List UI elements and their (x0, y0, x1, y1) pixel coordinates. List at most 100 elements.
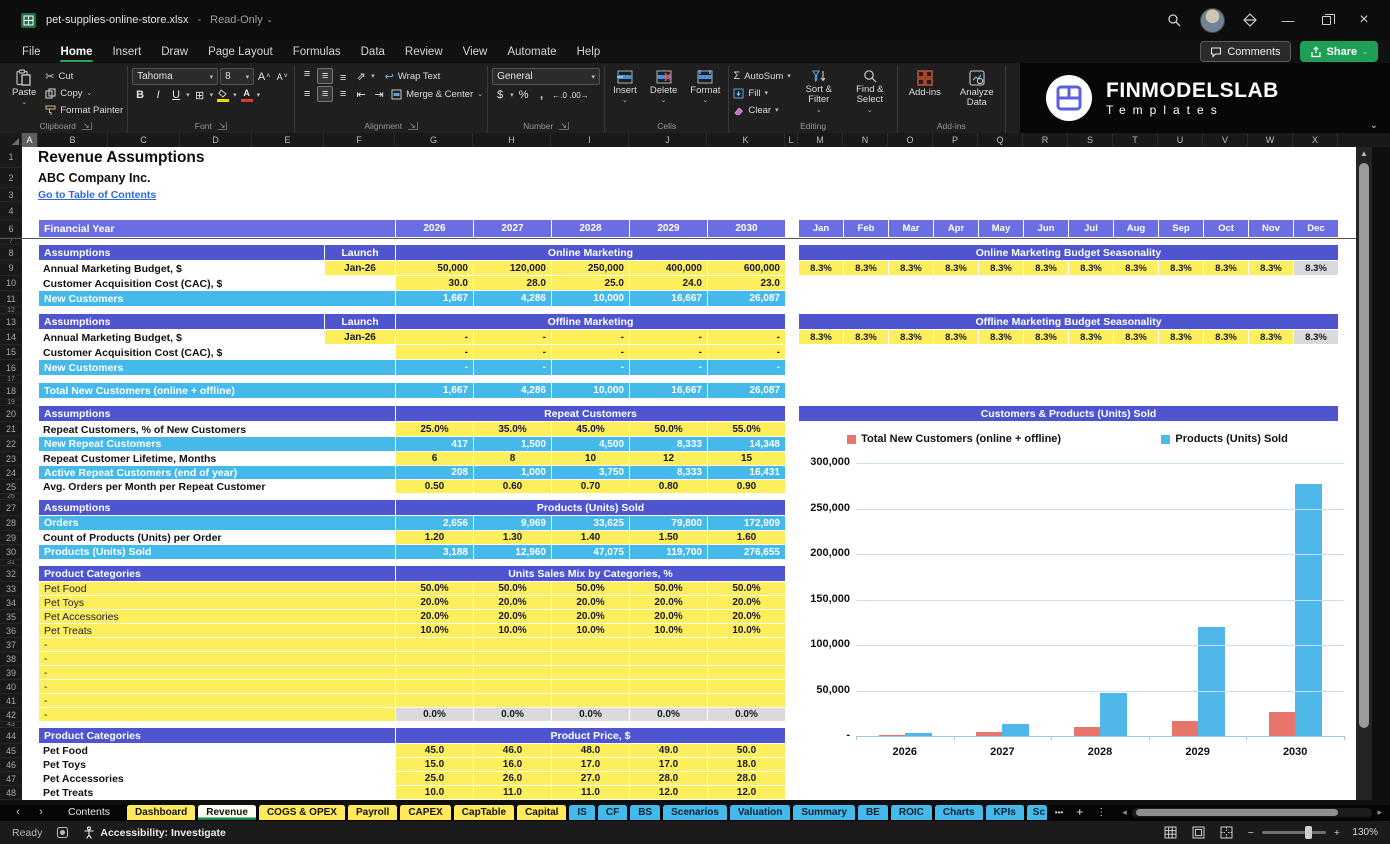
value-cell[interactable]: 20.0% (707, 610, 785, 624)
row-number[interactable]: 44 (0, 728, 22, 744)
row-number[interactable]: 30 (0, 545, 22, 560)
value-cell[interactable]: - (473, 345, 551, 360)
seasonality-cell[interactable]: 8.3% (933, 330, 978, 345)
value-cell[interactable]: 10,000 (551, 291, 629, 307)
format-painter-button[interactable]: Format Painter (45, 102, 123, 118)
horizontal-scrollbar[interactable]: ◂ ▸ (1114, 805, 1390, 820)
value-cell[interactable] (395, 694, 473, 708)
value-cell[interactable]: - (629, 345, 707, 360)
column-header-r[interactable]: R (1023, 133, 1068, 147)
value-cell[interactable]: 48.0 (551, 744, 629, 758)
value-cell[interactable]: 50.0% (551, 582, 629, 596)
value-cell[interactable]: 33,625 (551, 516, 629, 531)
menu-tab-review[interactable]: Review (395, 40, 453, 63)
row-label-cell[interactable]: Count of Products (Units) per Order (38, 531, 395, 545)
column-header-s[interactable]: S (1068, 133, 1113, 147)
row-number[interactable]: 8 (0, 245, 22, 261)
value-cell[interactable]: 16,667 (629, 291, 707, 307)
sheet-tab-capital[interactable]: Capital (517, 805, 567, 820)
cell[interactable] (22, 566, 38, 582)
row-label-cell[interactable]: Annual Marketing Budget, $ (38, 330, 324, 345)
financial-year-header[interactable]: Financial Year (38, 220, 395, 238)
cell[interactable] (22, 261, 38, 276)
value-cell[interactable]: 17.0 (551, 758, 629, 772)
row-label-cell[interactable]: Repeat Customer Lifetime, Months (38, 452, 395, 466)
font-family-dropdown[interactable]: Tahoma ▾ (132, 68, 219, 85)
row-label-cell[interactable]: Active Repeat Customers (end of year) (38, 466, 395, 480)
cell[interactable] (22, 314, 38, 330)
value-cell[interactable]: 1.60 (707, 531, 785, 545)
row-number[interactable]: 37 (0, 638, 22, 652)
value-cell[interactable]: 50.0% (473, 582, 551, 596)
column-header-l[interactable]: L (785, 133, 798, 147)
cell[interactable] (22, 437, 38, 452)
cell[interactable] (22, 480, 38, 494)
value-cell[interactable] (707, 666, 785, 680)
launch-value-cell[interactable]: Jan-26 (324, 261, 395, 276)
value-cell[interactable]: 16,431 (707, 466, 785, 480)
row-label-cell[interactable]: - (38, 694, 395, 708)
column-header-t[interactable]: T (1113, 133, 1158, 147)
sheet-tab-roic[interactable]: ROIC (890, 805, 932, 820)
row-number[interactable]: 7 (0, 238, 22, 245)
value-cell[interactable]: 11.0 (473, 786, 551, 800)
borders-button[interactable]: ⊞ (192, 87, 208, 103)
sheet-tab-sc[interactable]: Sc (1026, 805, 1047, 820)
value-cell[interactable]: - (629, 360, 707, 376)
menu-tab-formulas[interactable]: Formulas (283, 40, 351, 63)
comma-style-button[interactable]: , (534, 87, 550, 103)
value-cell[interactable]: 28.0 (707, 772, 785, 786)
row-number[interactable]: 47 (0, 772, 22, 786)
value-cell[interactable]: 79,800 (629, 516, 707, 531)
row-number[interactable]: 12 (0, 307, 22, 314)
value-cell[interactable]: - (551, 330, 629, 345)
value-cell[interactable]: 26.0 (473, 772, 551, 786)
column-header-g[interactable]: G (395, 133, 473, 147)
section-title-cell[interactable]: Product Price, $ (395, 728, 785, 744)
cell[interactable] (22, 531, 38, 545)
seasonality-cell[interactable]: 8.3% (1113, 330, 1158, 345)
value-cell[interactable]: 0.0% (473, 708, 551, 722)
value-cell[interactable]: 50.0% (707, 582, 785, 596)
value-cell[interactable]: 1,667 (395, 291, 473, 307)
value-cell[interactable]: 49.0 (629, 744, 707, 758)
select-all-corner[interactable] (0, 133, 22, 147)
avatar[interactable] (1196, 6, 1228, 34)
row-label-cell[interactable]: Customer Acquisition Cost (CAC), $ (38, 276, 395, 291)
increase-decimal-button[interactable]: ←.0 (552, 87, 568, 103)
month-header-cell[interactable]: Dec (1293, 220, 1338, 238)
cell[interactable] (22, 245, 38, 261)
value-cell[interactable]: 15.0 (395, 758, 473, 772)
sheet-tab-payroll[interactable]: Payroll (347, 805, 398, 820)
value-cell[interactable]: 8,333 (629, 437, 707, 452)
cell[interactable] (22, 466, 38, 480)
value-cell[interactable]: 119,700 (629, 545, 707, 560)
value-cell[interactable]: 12 (629, 452, 707, 466)
value-cell[interactable]: 0.0% (395, 708, 473, 722)
orientation-button[interactable]: ⇗ (353, 68, 369, 84)
value-cell[interactable]: - (551, 360, 629, 376)
more-sheets-icon[interactable]: ••• (1050, 805, 1068, 820)
row-number[interactable]: 24 (0, 466, 22, 480)
value-cell[interactable]: 10 (551, 452, 629, 466)
value-cell[interactable]: 45.0% (551, 422, 629, 437)
align-right-button[interactable]: ≡ (335, 86, 351, 102)
value-cell[interactable] (395, 680, 473, 694)
seasonality-cell[interactable]: 8.3% (1248, 261, 1293, 276)
menu-tab-home[interactable]: Home (51, 40, 103, 63)
tabs-scroll-right-button[interactable]: › (31, 805, 51, 820)
value-cell[interactable]: 8 (473, 452, 551, 466)
cell[interactable] (22, 582, 38, 596)
value-cell[interactable]: 4,286 (473, 383, 551, 399)
cut-button[interactable]: ✂ Cut (45, 68, 123, 84)
value-cell[interactable] (473, 638, 551, 652)
scroll-left-icon[interactable]: ◂ (1122, 807, 1127, 818)
launch-header-cell[interactable]: Launch (324, 245, 395, 261)
value-cell[interactable]: 10.0 (395, 786, 473, 800)
value-cell[interactable] (707, 638, 785, 652)
row-label-cell[interactable]: Orders (38, 516, 395, 531)
seasonality-cell[interactable]: 8.3% (1158, 261, 1203, 276)
copy-button[interactable]: Copy ⌄ (45, 85, 123, 101)
value-cell[interactable]: 4,286 (473, 291, 551, 307)
value-cell[interactable]: 9,969 (473, 516, 551, 531)
